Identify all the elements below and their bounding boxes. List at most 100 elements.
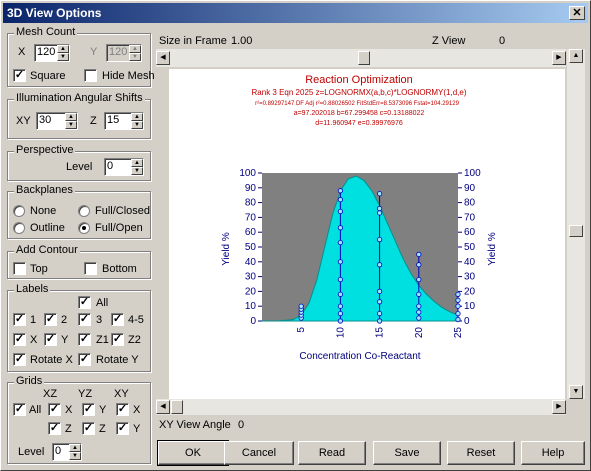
chart-params-line1: a=97.202018 b=67.299458 c=0.13188022 bbox=[294, 110, 425, 117]
data-point bbox=[337, 303, 343, 309]
data-point bbox=[455, 303, 461, 309]
spin-up-icon[interactable]: ▲ bbox=[69, 444, 81, 452]
help-button[interactable]: Help bbox=[521, 441, 585, 465]
labels-z1-label: Z1 bbox=[96, 334, 109, 346]
grids-xy-y-checkbox[interactable]: ✓ bbox=[116, 422, 129, 435]
backplane-outline-radio[interactable] bbox=[13, 222, 25, 234]
labels-z2-checkbox[interactable]: ✓ bbox=[111, 333, 124, 346]
square-checkbox[interactable]: ✓ bbox=[13, 69, 26, 82]
labels-rotate-y-checkbox[interactable]: ✓ bbox=[78, 353, 91, 366]
labels-2-label: 2 bbox=[61, 314, 68, 326]
scroll-down-icon[interactable]: ▼ bbox=[569, 385, 583, 399]
z-view-scrollbar[interactable]: ▲ ▼ bbox=[567, 49, 585, 399]
labels-3-checkbox[interactable]: ✓ bbox=[78, 313, 91, 326]
data-point bbox=[416, 262, 422, 268]
ok-label: OK bbox=[185, 447, 201, 459]
labels-z2-label: Z2 bbox=[128, 334, 141, 346]
labels-45-checkbox[interactable]: ✓ bbox=[111, 313, 124, 326]
mesh-count-group: Mesh Count X 120 ▲ ▼ Y 120 ▲ ▼ ✓ Square Hi… bbox=[7, 26, 155, 87]
labels-z1-checkbox[interactable]: ✓ bbox=[78, 333, 91, 346]
y-tick-label-right: 60 bbox=[464, 227, 476, 238]
grids-xz-x-checkbox[interactable]: ✓ bbox=[48, 403, 61, 416]
grids-xy-x-checkbox[interactable]: ✓ bbox=[116, 403, 129, 416]
grids-yz-y-checkbox[interactable]: ✓ bbox=[82, 403, 95, 416]
backplane-fullopen-radio[interactable] bbox=[78, 222, 90, 234]
backplane-none-radio[interactable] bbox=[13, 205, 25, 217]
spin-down-icon[interactable]: ▼ bbox=[131, 167, 143, 175]
size-scrollbar[interactable]: ◀ ▶ bbox=[156, 49, 566, 67]
spin-up-icon[interactable]: ▲ bbox=[131, 159, 143, 167]
size-scroll-thumb[interactable] bbox=[358, 51, 370, 65]
labels-y-checkbox[interactable]: ✓ bbox=[44, 333, 57, 346]
scroll-left-icon[interactable]: ◀ bbox=[156, 51, 170, 65]
xy-angle-scrollbar[interactable]: ◀ ▶ bbox=[156, 399, 566, 415]
spin-up-icon[interactable]: ▲ bbox=[131, 113, 143, 121]
z-view-scroll-thumb[interactable] bbox=[569, 225, 583, 237]
help-label: Help bbox=[541, 447, 565, 459]
data-point bbox=[337, 291, 343, 297]
x-axis: 5 10 15 20 25 bbox=[296, 327, 464, 339]
y-tick-label-left: 50 bbox=[245, 242, 257, 253]
read-label: Read bbox=[318, 447, 346, 459]
grids-all-checkbox[interactable]: ✓ bbox=[13, 403, 26, 416]
reset-label: Reset bbox=[466, 447, 496, 459]
grids-level-spinner[interactable]: 0 ▲ ▼ bbox=[52, 443, 82, 461]
contour-top-checkbox[interactable] bbox=[13, 262, 26, 275]
spin-up-icon: ▲ bbox=[129, 45, 141, 53]
grids-group: Grids XZ YZ XY ✓ All ✓ X ✓ Y ✓ X ✓ Z ✓ Z… bbox=[7, 375, 151, 464]
spin-up-icon[interactable]: ▲ bbox=[65, 113, 77, 121]
ok-button[interactable]: OK bbox=[157, 440, 229, 466]
spin-up-icon[interactable]: ▲ bbox=[57, 45, 69, 53]
grids-xy-x-label: X bbox=[133, 404, 141, 416]
read-button[interactable]: Read bbox=[298, 441, 366, 465]
grids-title: Grids bbox=[14, 375, 45, 387]
surface-chart: Reaction Optimization Rank 3 Eqn 2025 z=… bbox=[221, 74, 498, 362]
close-button[interactable]: ✕ bbox=[569, 6, 585, 20]
spin-down-icon[interactable]: ▼ bbox=[69, 452, 81, 460]
z-view-label: Z View bbox=[432, 35, 466, 47]
save-label: Save bbox=[394, 447, 420, 459]
data-point bbox=[377, 311, 383, 317]
y-axis-label-right: Yield % bbox=[487, 232, 498, 266]
size-in-frame-value: 1.00 bbox=[231, 35, 253, 47]
labels-x-checkbox[interactable]: ✓ bbox=[13, 333, 26, 346]
backplane-fullclosed-radio[interactable] bbox=[78, 205, 90, 217]
labels-1-checkbox[interactable]: ✓ bbox=[13, 313, 26, 326]
spin-down-icon[interactable]: ▼ bbox=[65, 121, 77, 129]
illum-z-spinner[interactable]: 15 ▲ ▼ bbox=[104, 112, 144, 130]
mesh-y-label: Y bbox=[90, 46, 98, 58]
y-axis-label-left: Yield % bbox=[221, 232, 232, 266]
data-point bbox=[416, 303, 422, 309]
mesh-count-title: Mesh Count bbox=[14, 26, 78, 38]
perspective-level-label: Level bbox=[66, 161, 93, 173]
y-tick-label-right: 90 bbox=[464, 183, 476, 194]
y-tick-label-right: 0 bbox=[464, 316, 470, 327]
hide-mesh-checkbox[interactable] bbox=[84, 69, 97, 82]
x-axis-label: Concentration Co-Reactant bbox=[299, 351, 420, 362]
scroll-up-icon[interactable]: ▲ bbox=[569, 49, 583, 63]
labels-2-checkbox[interactable]: ✓ bbox=[44, 313, 57, 326]
labels-rotate-x-checkbox[interactable]: ✓ bbox=[13, 353, 26, 366]
data-point bbox=[337, 208, 343, 215]
contour-bottom-checkbox[interactable] bbox=[84, 262, 97, 275]
scroll-right-icon[interactable]: ▶ bbox=[552, 400, 566, 414]
grids-yz-z-checkbox[interactable]: ✓ bbox=[82, 422, 95, 435]
perspective-level-spinner[interactable]: 0 ▲ ▼ bbox=[104, 158, 144, 176]
spin-down-icon[interactable]: ▼ bbox=[131, 121, 143, 129]
labels-all-checkbox[interactable]: ✓ bbox=[78, 296, 91, 309]
grids-xz-z-checkbox[interactable]: ✓ bbox=[48, 422, 61, 435]
close-icon: ✕ bbox=[572, 7, 582, 19]
cancel-button[interactable]: Cancel bbox=[224, 441, 294, 465]
scroll-right-icon[interactable]: ▶ bbox=[552, 51, 566, 65]
add-contour-title: Add Contour bbox=[14, 244, 80, 256]
spin-down-icon: ▼ bbox=[129, 53, 141, 61]
save-button[interactable]: Save bbox=[373, 441, 441, 465]
reset-button[interactable]: Reset bbox=[447, 441, 515, 465]
illum-xy-spinner[interactable]: 30 ▲ ▼ bbox=[36, 112, 78, 130]
xy-angle-scroll-thumb[interactable] bbox=[171, 400, 183, 414]
labels-all-label: All bbox=[96, 297, 109, 309]
backplane-fullclosed-label: Full/Closed bbox=[95, 205, 151, 217]
scroll-left-icon[interactable]: ◀ bbox=[156, 400, 170, 414]
mesh-x-spinner[interactable]: 120 ▲ ▼ bbox=[34, 44, 70, 62]
spin-down-icon[interactable]: ▼ bbox=[57, 53, 69, 61]
